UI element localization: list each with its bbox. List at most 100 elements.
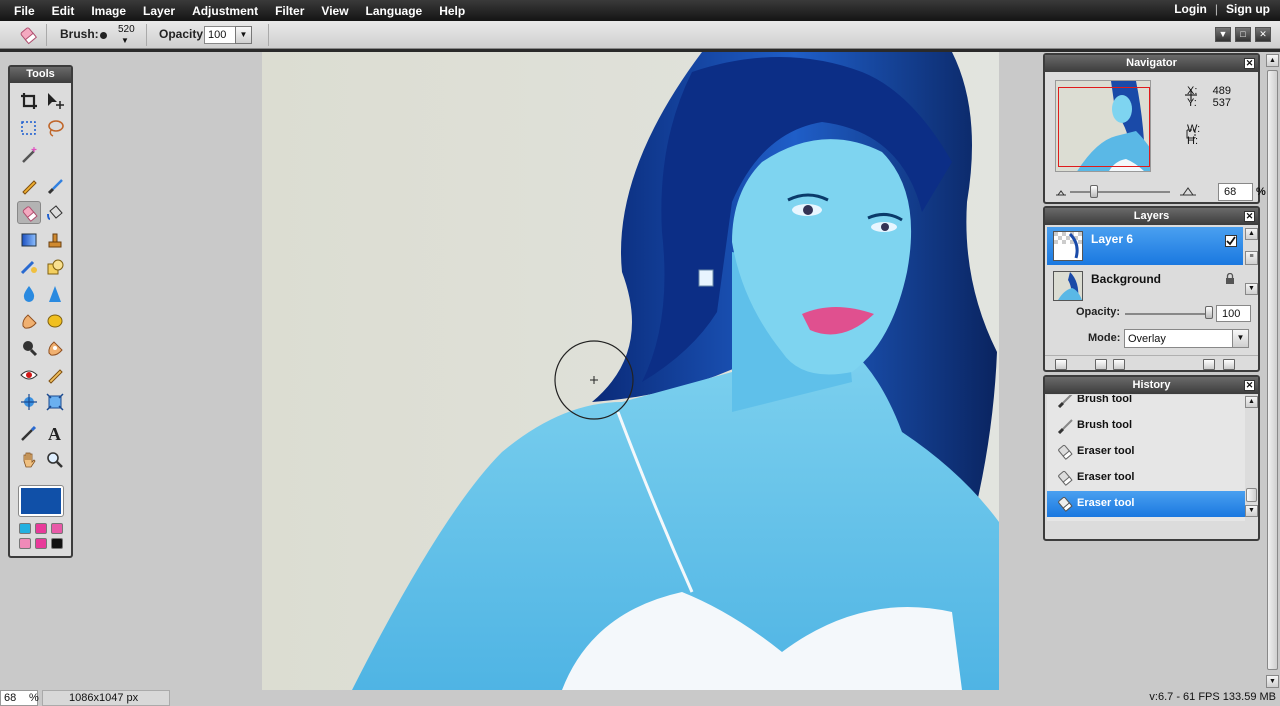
zoom-input[interactable]: 68	[1218, 183, 1253, 201]
layer-name[interactable]: Background	[1091, 272, 1161, 286]
scroll-up-button[interactable]: ▲	[1245, 396, 1258, 408]
image-canvas[interactable]	[262, 52, 999, 690]
blend-mode-select[interactable]: Overlay ▼	[1124, 329, 1249, 348]
color-swatch[interactable]	[35, 538, 47, 549]
color-swatch[interactable]	[19, 538, 31, 549]
brush-preview-icon[interactable]	[100, 32, 107, 39]
zoom-out-icon[interactable]	[1055, 187, 1067, 197]
zoom-slider-track[interactable]	[1070, 191, 1170, 193]
history-panel: History ✕ Brush tool Brush tool Eraser t…	[1043, 375, 1260, 541]
history-item[interactable]: Eraser tool	[1047, 491, 1245, 517]
move-tool-icon[interactable]	[43, 89, 67, 112]
history-scrollbar[interactable]: ▲ ▼	[1245, 396, 1258, 520]
color-swatch[interactable]	[51, 523, 63, 534]
sponge-tool-icon[interactable]	[43, 309, 67, 332]
smudge-tool-icon[interactable]	[17, 309, 41, 332]
brush-dropdown-icon[interactable]: ▼	[121, 36, 129, 45]
blur-tool-icon[interactable]	[17, 282, 41, 305]
layer-row[interactable]: Background	[1047, 267, 1243, 305]
scroll-up-button[interactable]: ▲	[1266, 54, 1279, 67]
history-list: Brush tool Brush tool Eraser tool Eraser…	[1047, 395, 1245, 521]
type-tool-icon[interactable]: A	[43, 421, 67, 444]
brush-tool-icon[interactable]	[43, 174, 67, 197]
menu-layer[interactable]: Layer	[135, 0, 184, 21]
color-swatch[interactable]	[19, 523, 31, 534]
scroll-thumb[interactable]: ≡	[1245, 251, 1258, 265]
scroll-thumb[interactable]	[1246, 488, 1257, 502]
chevron-down-icon[interactable]: ▼	[1232, 330, 1248, 347]
clone-stamp-tool-icon[interactable]	[43, 228, 67, 251]
status-zoom-input[interactable]: 68 %	[0, 690, 39, 706]
history-item[interactable]: Eraser tool	[1047, 465, 1245, 491]
bloat-tool-icon[interactable]	[43, 363, 67, 386]
opacity-dropdown-button[interactable]: ▼	[235, 26, 252, 44]
brush-size[interactable]: 520	[118, 24, 135, 35]
color-picker-tool-icon[interactable]	[17, 421, 41, 444]
history-item[interactable]: Brush tool	[1047, 413, 1245, 439]
layer-settings-icon[interactable]	[1055, 359, 1067, 370]
layer-mask-icon[interactable]	[1095, 359, 1107, 370]
dodge-tool-icon[interactable]	[43, 336, 67, 359]
close-window-button[interactable]: ✕	[1255, 27, 1271, 42]
menu-file[interactable]: File	[6, 0, 44, 21]
scroll-up-button[interactable]: ▲	[1245, 228, 1258, 240]
sharpen-tool-icon[interactable]	[43, 282, 67, 305]
foreground-color-swatch[interactable]	[18, 485, 64, 517]
magic-wand-tool-icon[interactable]	[17, 143, 41, 166]
zoom-slider-thumb[interactable]	[1090, 185, 1098, 198]
shape-tool-icon[interactable]	[43, 255, 67, 278]
eraser-tool-icon[interactable]	[17, 201, 41, 224]
menu-help[interactable]: Help	[431, 0, 474, 21]
canvas-vertical-scrollbar[interactable]: ▲ ▼	[1265, 52, 1280, 690]
color-swatch[interactable]	[35, 523, 47, 534]
menu-language[interactable]: Language	[358, 0, 432, 21]
menu-adjustment[interactable]: Adjustment	[184, 0, 267, 21]
history-item[interactable]: Brush tool	[1047, 395, 1245, 413]
layer-name[interactable]: Layer 6	[1091, 232, 1133, 246]
viewport-indicator[interactable]	[1058, 87, 1150, 167]
gradient-tool-icon[interactable]	[17, 228, 41, 251]
signup-link[interactable]: Sign up	[1224, 0, 1272, 21]
scroll-thumb[interactable]	[1267, 70, 1278, 670]
layers-scrollbar[interactable]: ▲ ≡ ▼	[1245, 228, 1258, 296]
new-layer-icon[interactable]	[1203, 359, 1215, 370]
pinch-tool-icon[interactable]	[17, 390, 41, 413]
opacity-input[interactable]: 100	[204, 26, 236, 44]
layer-opacity-slider-thumb[interactable]	[1205, 306, 1213, 319]
spherize-tool-icon[interactable]	[43, 390, 67, 413]
crop-tool-icon[interactable]	[17, 89, 41, 112]
burn-tool-icon[interactable]	[17, 336, 41, 359]
marquee-tool-icon[interactable]	[17, 116, 41, 139]
scroll-down-button[interactable]: ▼	[1245, 505, 1258, 517]
layer-opacity-slider-track[interactable]	[1125, 313, 1212, 315]
history-item[interactable]: Eraser tool	[1047, 439, 1245, 465]
layer-opacity-input[interactable]: 100	[1216, 305, 1251, 322]
collapse-window-button[interactable]: ▼	[1215, 27, 1231, 42]
color-replace-tool-icon[interactable]	[17, 255, 41, 278]
menu-image[interactable]: Image	[83, 0, 135, 21]
close-icon[interactable]: ✕	[1244, 211, 1255, 222]
menu-filter[interactable]: Filter	[267, 0, 313, 21]
layer-row[interactable]: Layer 6	[1047, 227, 1243, 265]
zoom-tool-icon[interactable]	[43, 448, 67, 471]
restore-window-button[interactable]: □	[1235, 27, 1251, 42]
lasso-tool-icon[interactable]	[43, 116, 67, 139]
blend-mode-value: Overlay	[1128, 333, 1166, 345]
navigator-thumbnail[interactable]	[1055, 80, 1151, 172]
login-link[interactable]: Login	[1172, 0, 1209, 21]
paint-bucket-tool-icon[interactable]	[43, 201, 67, 224]
zoom-in-icon[interactable]	[1179, 185, 1197, 197]
menu-view[interactable]: View	[313, 0, 357, 21]
close-icon[interactable]: ✕	[1244, 380, 1255, 391]
hand-tool-icon[interactable]	[17, 448, 41, 471]
scroll-down-button[interactable]: ▼	[1245, 283, 1258, 295]
layer-styles-icon[interactable]	[1113, 359, 1125, 370]
pencil-tool-icon[interactable]	[17, 174, 41, 197]
trash-icon[interactable]	[1223, 359, 1235, 370]
menu-edit[interactable]: Edit	[44, 0, 84, 21]
layer-visible-checkbox[interactable]	[1225, 235, 1237, 247]
red-eye-tool-icon[interactable]	[17, 363, 41, 386]
close-icon[interactable]: ✕	[1244, 58, 1255, 69]
color-swatch[interactable]	[51, 538, 63, 549]
scroll-down-button[interactable]: ▼	[1266, 675, 1279, 688]
